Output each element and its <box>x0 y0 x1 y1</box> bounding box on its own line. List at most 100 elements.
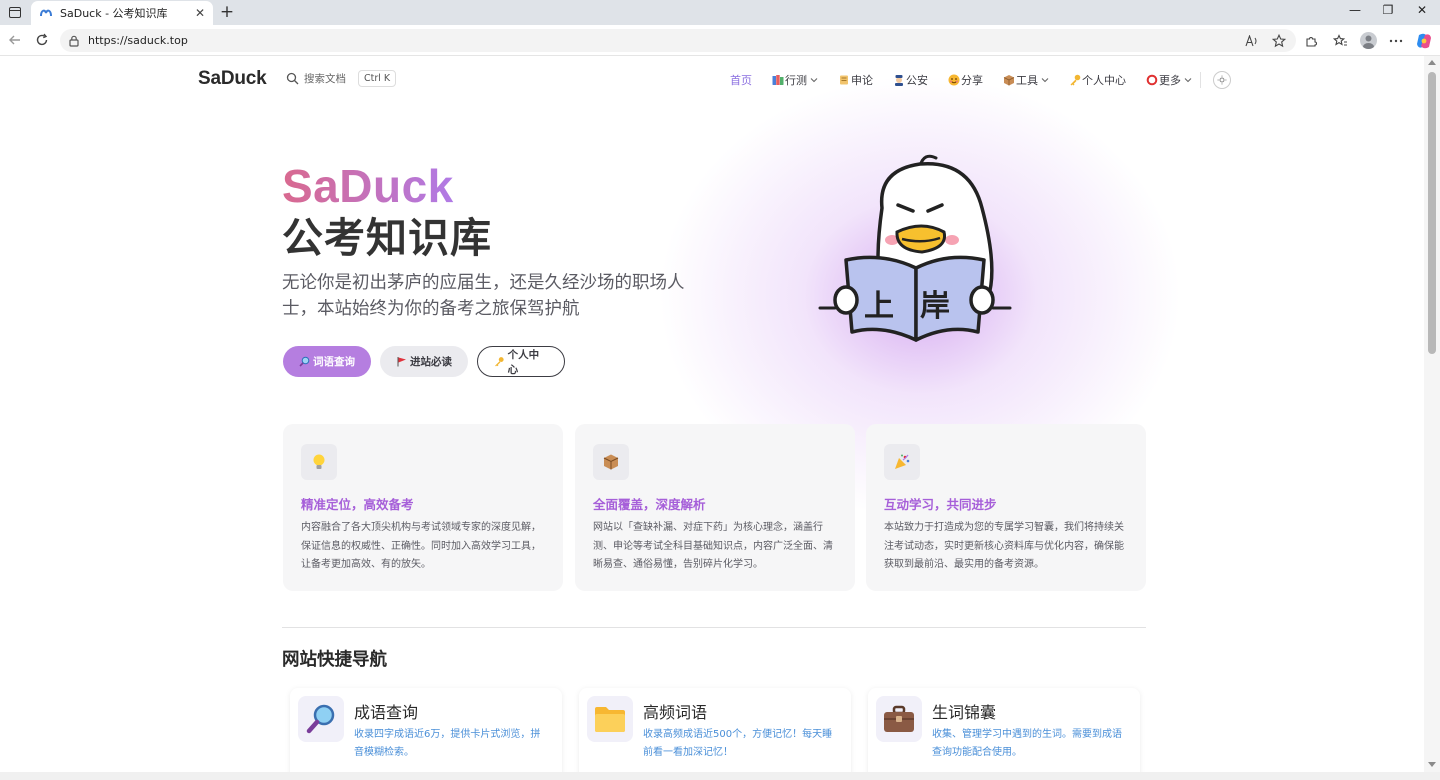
scroll-icon <box>840 75 848 85</box>
card-title: 生词锦囊 <box>932 703 997 722</box>
chevron-down-icon <box>1041 78 1049 83</box>
tab-close-icon[interactable]: ✕ <box>195 6 205 20</box>
folder-icon <box>587 696 633 742</box>
scrollbar-thumb[interactable] <box>1428 72 1436 354</box>
books-icon <box>772 75 784 85</box>
url-text: https://saduck.top <box>88 34 188 47</box>
nav-item-share[interactable]: 分享 <box>948 72 983 88</box>
nav-item-gongan[interactable]: 公安 <box>893 72 928 88</box>
light-bulb-icon <box>301 444 337 480</box>
new-tab-button[interactable]: + <box>218 2 236 22</box>
feature-card: 全面覆盖，深度解析 网站以「查缺补漏、对症下药」为核心理念，涵盖行测、申论等考试… <box>575 424 855 591</box>
site-logo[interactable]: SaDuck <box>198 68 267 90</box>
nav-item-tools[interactable]: 工具 <box>1003 72 1049 88</box>
hero-actions: 词语查询 进站必读 个人中心 <box>283 346 565 377</box>
window-minimize-button[interactable]: — <box>1345 3 1365 17</box>
chevron-down-icon <box>810 78 818 83</box>
chevron-down-icon <box>1184 78 1192 83</box>
nav-item-label: 行测 <box>785 74 807 87</box>
quick-nav-card-idiom-search[interactable]: 成语查询 收录四字成语近6万，提供卡片式浏览，拼音模糊检索。 <box>290 688 562 780</box>
feature-description: 本站致力于打造成为您的专属学习智囊，我们将持续关注考试动态，实时更新核心资料库与… <box>884 522 1124 570</box>
feature-card: 精准定位，高效备考 内容融合了各大顶尖机构与考试领域专家的深度见解，保证信息的权… <box>283 424 563 591</box>
nav-item-profile[interactable]: 个人中心 <box>1069 72 1126 88</box>
police-officer-icon <box>895 75 903 86</box>
profile-avatar[interactable] <box>1360 32 1377 49</box>
scroll-up-arrow-icon[interactable] <box>1428 60 1436 65</box>
red-flag-icon <box>397 357 406 367</box>
nav-item-label: 申论 <box>851 74 873 87</box>
nav-item-label: 更多 <box>1159 74 1181 87</box>
favorites-icon[interactable] <box>1333 33 1348 48</box>
search-placeholder: 搜索文档 <box>304 73 346 85</box>
hero-tagline: 无论你是初出茅庐的应届生，还是久经沙场的职场人士，本站始终为你的备考之旅保驾护航 <box>282 273 685 319</box>
feature-title: 全面覆盖，深度解析 <box>593 497 706 512</box>
site-navbar: SaDuck 搜索文档 Ctrl K 首页 行测 申论 公安 分享 工具 个人中… <box>0 56 1424 104</box>
mascot-book-text: 上岸 <box>864 289 976 324</box>
page-viewport: SaDuck 搜索文档 Ctrl K 首页 行测 申论 公安 分享 工具 个人中… <box>0 56 1424 780</box>
window-close-button[interactable]: ✕ <box>1412 3 1432 17</box>
more-options-icon[interactable] <box>1388 33 1403 48</box>
nav-item-label: 首页 <box>730 74 752 87</box>
nav-item-label: 工具 <box>1016 74 1038 87</box>
window-restore-button[interactable]: ❐ <box>1378 3 1398 17</box>
quick-nav-card-frequent-words[interactable]: 高频词语 收录高频成语近500个，方便记忆！每天睡前看一看加深记忆！ <box>579 688 851 780</box>
status-bar <box>0 772 1440 780</box>
search-icon <box>286 72 299 85</box>
nav-item-shenlun[interactable]: 申论 <box>838 72 873 88</box>
nav-item-home[interactable]: 首页 <box>730 72 752 88</box>
site-info-icon[interactable] <box>67 34 81 48</box>
saduck-favicon-icon <box>39 6 53 20</box>
card-title: 成语查询 <box>354 703 419 722</box>
scroll-down-arrow-icon[interactable] <box>1428 762 1436 767</box>
button-label: 个人中心 <box>507 348 540 376</box>
card-description: 收录高频成语近500个，方便记忆！每天睡前看一看加深记忆！ <box>643 729 833 758</box>
theme-toggle-button[interactable] <box>1213 71 1231 89</box>
package-icon <box>593 444 629 480</box>
tab-actions-icon[interactable] <box>6 4 24 21</box>
browser-tab-bar: SaDuck - 公考知识库 ✕ + — ❐ ✕ <box>0 0 1440 25</box>
tab-title: SaDuck - 公考知识库 <box>60 7 168 20</box>
profile-center-button[interactable]: 个人中心 <box>477 346 565 377</box>
nav-item-more[interactable]: 更多 <box>1146 72 1192 88</box>
feature-description: 内容融合了各大顶尖机构与考试领域专家的深度见解，保证信息的权威性、正确性。同时加… <box>301 522 541 570</box>
nav-divider <box>1200 72 1201 88</box>
button-label: 词语查询 <box>313 356 355 368</box>
party-popper-icon <box>884 444 920 480</box>
button-label: 进站必读 <box>410 356 452 368</box>
favorite-star-icon[interactable] <box>1271 33 1286 48</box>
feature-description: 网站以「查缺补漏、对症下药」为核心理念，涵盖行测、申论等考试全科目基础知识点，内… <box>593 522 833 570</box>
nav-item-label: 公安 <box>906 74 928 87</box>
magnifier-icon <box>298 696 344 742</box>
read-aloud-icon[interactable] <box>1244 33 1259 48</box>
nav-item-xingce[interactable]: 行测 <box>772 72 818 88</box>
ring-icon <box>1146 74 1158 86</box>
reload-button[interactable] <box>33 31 51 49</box>
feature-card: 互动学习，共同进步 本站致力于打造成为您的专属学习智囊，我们将持续关注考试动态，… <box>866 424 1146 591</box>
search-button[interactable]: 搜索文档 Ctrl K <box>286 70 397 87</box>
back-button[interactable] <box>6 31 24 49</box>
feature-title: 互动学习，共同进步 <box>884 497 997 512</box>
key-icon <box>495 357 504 367</box>
copilot-icon[interactable] <box>1415 32 1433 50</box>
section-divider <box>282 627 1146 628</box>
back-arrow-icon <box>9 35 20 45</box>
smiling-face-icon <box>948 74 960 86</box>
browser-tab[interactable]: SaDuck - 公考知识库 ✕ <box>31 1 213 25</box>
page-scrollbar[interactable] <box>1424 56 1440 772</box>
magnifier-icon <box>299 356 310 367</box>
reload-icon <box>36 33 48 46</box>
hero-title: 公考知识库 <box>282 214 492 262</box>
nav-item-label: 个人中心 <box>1082 74 1126 87</box>
must-read-button[interactable]: 进站必读 <box>380 346 468 377</box>
browser-address-bar: https://saduck.top <box>0 25 1440 56</box>
key-icon <box>1070 74 1081 86</box>
extensions-icon[interactable] <box>1303 33 1318 48</box>
card-description: 收录四字成语近6万，提供卡片式浏览，拼音模糊检索。 <box>354 729 541 758</box>
quick-nav-title: 网站快捷导航 <box>282 650 387 670</box>
nav-item-label: 分享 <box>961 74 983 87</box>
package-icon <box>1003 75 1015 86</box>
idiom-search-button[interactable]: 词语查询 <box>283 346 371 377</box>
url-field[interactable]: https://saduck.top <box>60 29 1296 52</box>
quick-nav-card-word-bag[interactable]: 生词锦囊 收集、管理学习中遇到的生词。需要到成语查询功能配合使用。 <box>868 688 1140 780</box>
card-description: 收集、管理学习中遇到的生词。需要到成语查询功能配合使用。 <box>932 729 1122 758</box>
